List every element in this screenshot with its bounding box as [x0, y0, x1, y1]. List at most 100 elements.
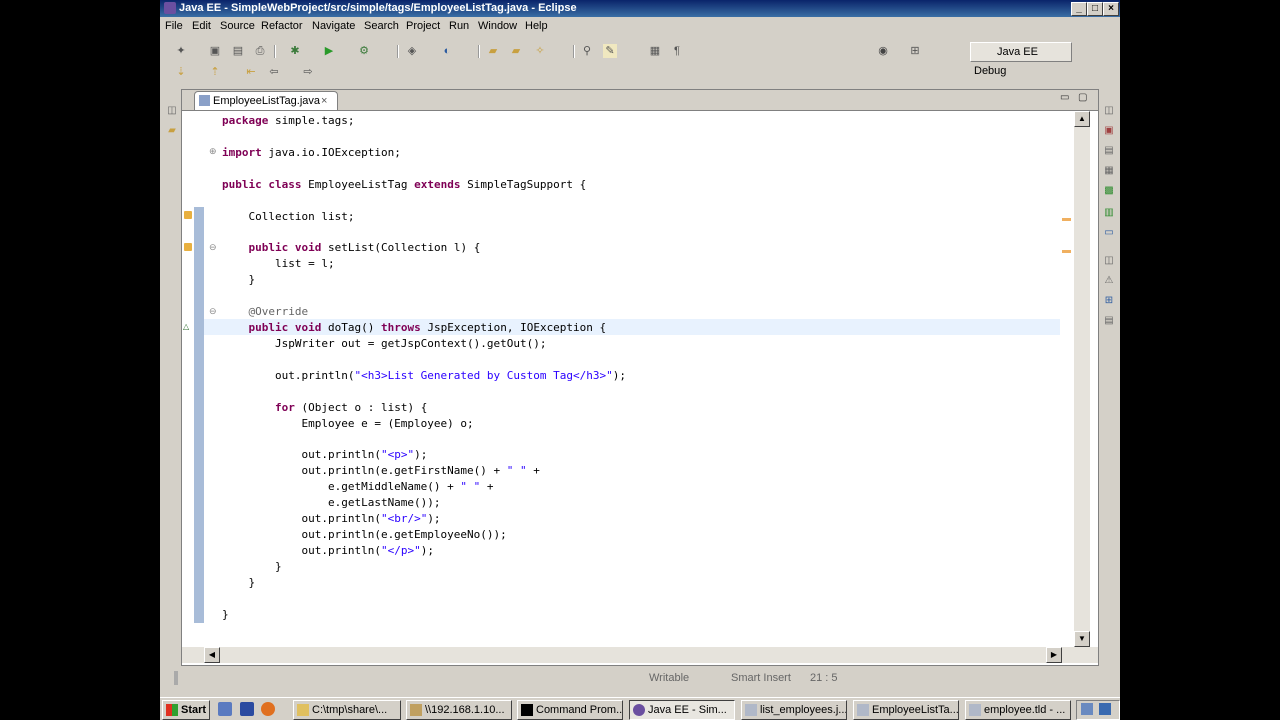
menu-run[interactable]: Run [449, 18, 469, 35]
task-employee-tld[interactable]: employee.tld - ... [965, 700, 1071, 720]
maximize-button[interactable]: □ [1087, 2, 1103, 16]
save-icon[interactable]: ▣ [208, 44, 222, 58]
task-employee-list-tag[interactable]: EmployeeListTa... [853, 700, 959, 720]
close-tab-icon[interactable]: × [321, 92, 327, 110]
overview-warning-mark[interactable] [1062, 250, 1071, 253]
code-token: + [480, 480, 494, 494]
task-label: EmployeeListTa... [872, 704, 959, 716]
menu-navigate[interactable]: Navigate [312, 18, 355, 35]
last-edit-location-icon[interactable]: ⇤ [244, 65, 258, 79]
restore-view-icon[interactable]: ◫ [166, 105, 178, 117]
code-token: void [294, 241, 322, 255]
override-marker-icon[interactable]: △ [183, 322, 189, 331]
menu-source[interactable]: Source [220, 18, 255, 35]
perspective-debug[interactable]: Debug [974, 65, 1006, 77]
code-line: @Override [222, 304, 626, 320]
project-explorer-icon[interactable]: ▰ [166, 125, 178, 137]
debug-icon[interactable]: ✱ [288, 44, 302, 58]
fold-expand-icon[interactable]: ⊕ [209, 146, 217, 157]
warning-marker-icon[interactable] [184, 211, 192, 219]
menu-window[interactable]: Window [478, 18, 517, 35]
start-button[interactable]: Start [162, 700, 210, 720]
warning-marker-icon[interactable] [184, 243, 192, 251]
perspective-java-ee[interactable]: Java EE [970, 42, 1072, 62]
fold-collapse-icon[interactable]: ⊖ [209, 306, 217, 317]
save-all-icon[interactable]: ▤ [231, 44, 245, 58]
hierarchy-view-icon[interactable]: ▩ [1103, 185, 1115, 197]
open-resource-icon[interactable]: ▰ [509, 44, 523, 58]
code-token: extends [414, 177, 461, 191]
code-editor[interactable]: ⊕ ⊖ ⊖ package simple.tags; import java.i… [204, 111, 1060, 647]
new-java-project-icon[interactable]: ◐ [440, 44, 454, 58]
scroll-right-button[interactable]: ▶ [1046, 647, 1062, 663]
snippets-view-icon[interactable]: ▥ [1103, 207, 1115, 219]
restore-view-icon[interactable]: ◫ [1103, 255, 1115, 267]
code-line: out.println(e.getEmployeeNo()); [222, 527, 626, 543]
menu-edit[interactable]: Edit [192, 18, 211, 35]
previous-annotation-icon[interactable]: ⇡ [208, 65, 222, 79]
outline-view-icon[interactable]: ▤ [1103, 145, 1115, 157]
open-type-icon[interactable]: ▰ [486, 44, 500, 58]
menu-search[interactable]: Search [364, 18, 399, 35]
print-icon[interactable]: ⎙ [253, 44, 267, 58]
run-icon[interactable]: ▶ [322, 44, 336, 58]
code-token: import [222, 145, 262, 159]
task-list-employees[interactable]: list_employees.j... [741, 700, 847, 720]
menu-project[interactable]: Project [406, 18, 440, 35]
security-tray-icon[interactable] [1099, 703, 1111, 715]
next-annotation-icon[interactable]: ⇣ [174, 65, 188, 79]
globe-icon[interactable]: ◉ [876, 44, 890, 58]
code-token: simple.tags; [268, 114, 355, 127]
firefox-quicklaunch-icon[interactable] [261, 702, 275, 716]
code-token: out.println( [222, 448, 381, 462]
vertical-scrollbar[interactable]: ▲ ▼ [1074, 111, 1090, 647]
menu-refactor[interactable]: Refactor [261, 18, 303, 35]
console-view-icon[interactable]: ▭ [1103, 227, 1115, 239]
servers-view-icon[interactable]: ▣ [1103, 125, 1115, 137]
search-icon[interactable]: ✧ [533, 44, 547, 58]
desktop-quicklaunch-icon[interactable] [240, 702, 254, 716]
task-command-prompt[interactable]: Command Prom... [517, 700, 623, 720]
tasks-view-icon[interactable]: ⊞ [1103, 295, 1115, 307]
task-network-share[interactable]: \\192.168.1.10... [406, 700, 512, 720]
minimize-button[interactable]: _ [1071, 2, 1087, 16]
task-explorer[interactable]: C:\tmp\share\... [293, 700, 401, 720]
external-tools-icon[interactable]: ⚙ [357, 44, 371, 58]
forward-icon[interactable]: ⇨ [301, 65, 315, 79]
overview-warning-mark[interactable] [1062, 218, 1071, 221]
task-eclipse[interactable]: Java EE - Sim... [629, 700, 735, 720]
block-selection-icon[interactable]: ▦ [648, 44, 662, 58]
minimize-editor-icon[interactable]: ▭ [1060, 92, 1069, 103]
toggle-mark-occurrences-icon[interactable]: ⚲ [580, 44, 594, 58]
horizontal-scrollbar[interactable]: ◀ ▶ [182, 647, 1098, 663]
menu-help[interactable]: Help [525, 18, 548, 35]
code-token: out.println( [222, 368, 355, 382]
scroll-down-button[interactable]: ▼ [1074, 631, 1090, 647]
properties-view-icon[interactable]: ▤ [1103, 315, 1115, 327]
code-line: Collection list; [222, 209, 626, 225]
new-icon[interactable]: ✦ [174, 44, 188, 58]
highlight-icon[interactable]: ✎ [603, 44, 617, 58]
problems-view-icon[interactable]: ⚠ [1103, 275, 1115, 287]
close-window-button[interactable]: × [1103, 2, 1119, 16]
back-icon[interactable]: ⇦ [267, 65, 281, 79]
tab-employee-list-tag[interactable]: EmployeeListTag.java × [194, 91, 338, 110]
restore-view-icon[interactable]: ◫ [1103, 105, 1115, 117]
new-server-icon[interactable]: ◈ [405, 44, 419, 58]
fold-collapse-icon[interactable]: ⊖ [209, 242, 217, 253]
network-tray-icon[interactable] [1081, 703, 1093, 715]
title-bar[interactable]: Java EE - SimpleWebProject/src/simple/ta… [160, 0, 1120, 17]
code-token: ); [612, 368, 626, 382]
code-token: e.getLastName()); [222, 496, 441, 510]
scroll-left-button[interactable]: ◀ [204, 647, 220, 663]
menu-file[interactable]: File [165, 18, 183, 35]
ie-quicklaunch-icon[interactable] [218, 702, 232, 716]
scroll-up-button[interactable]: ▲ [1074, 111, 1090, 127]
open-perspective-icon[interactable]: ⊞ [908, 44, 922, 58]
palette-view-icon[interactable]: ▦ [1103, 165, 1115, 177]
code-token: "<h3>List Generated by Custom Tag</h3>" [354, 368, 613, 382]
show-whitespace-icon[interactable]: ¶ [670, 44, 684, 58]
maximize-editor-icon[interactable]: ▢ [1078, 92, 1087, 103]
